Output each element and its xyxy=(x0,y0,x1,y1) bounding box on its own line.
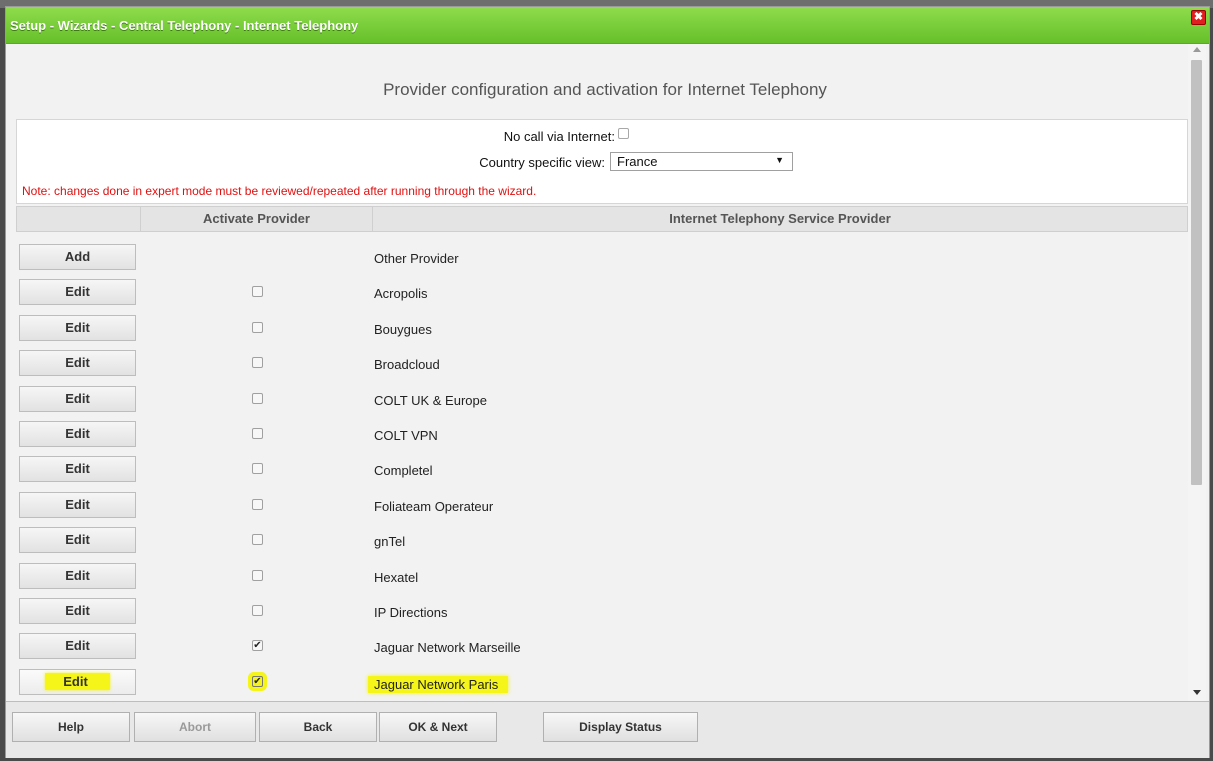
button-label: Edit xyxy=(65,320,90,335)
edit-provider-button[interactable]: Edit xyxy=(19,279,136,305)
abort-button[interactable]: Abort xyxy=(134,712,256,742)
button-label: Edit xyxy=(45,673,110,690)
dropdown-arrow-icon: ▼ xyxy=(775,155,784,165)
table-row: Edit COLT UK & Europe xyxy=(16,384,1188,419)
vertical-scrollbar[interactable] xyxy=(1188,44,1206,701)
button-label: Edit xyxy=(65,391,90,406)
column-header-provider: Internet Telephony Service Provider xyxy=(669,211,891,226)
options-panel: No call via Internet: Country specific v… xyxy=(16,119,1188,204)
activate-provider-checkbox[interactable] xyxy=(252,570,263,581)
edit-provider-button[interactable]: Edit xyxy=(19,492,136,518)
edit-provider-button[interactable]: Edit xyxy=(19,633,136,659)
edit-provider-button[interactable]: Edit xyxy=(19,350,136,376)
table-row: Edit IP Directions xyxy=(16,596,1188,631)
provider-name: Hexatel xyxy=(374,570,419,585)
button-label: Edit xyxy=(65,532,90,547)
content-area: Provider configuration and activation fo… xyxy=(6,44,1188,701)
edit-provider-button[interactable]: Edit xyxy=(19,386,136,412)
edit-provider-button[interactable]: Edit xyxy=(19,527,136,553)
provider-name: Completel xyxy=(374,463,433,478)
provider-name: Bouygues xyxy=(374,322,432,337)
button-label: Edit xyxy=(65,638,90,653)
button-label: Edit xyxy=(65,426,90,441)
provider-name: IP Directions xyxy=(374,605,448,620)
no-call-label: No call via Internet: xyxy=(503,129,615,144)
edit-provider-button[interactable]: Edit xyxy=(19,669,136,695)
activate-provider-checkbox[interactable] xyxy=(252,393,263,404)
button-label: Edit xyxy=(65,355,90,370)
table-row: Add Other Provider xyxy=(16,242,1188,277)
edit-provider-button[interactable]: Edit xyxy=(19,315,136,341)
activate-provider-checkbox[interactable]: ✔ xyxy=(252,640,263,651)
table-row: Edit Broadcloud xyxy=(16,348,1188,383)
button-label: Edit xyxy=(65,284,90,299)
provider-name: Acropolis xyxy=(374,286,428,301)
activate-provider-checkbox[interactable] xyxy=(252,428,263,439)
country-select-value: France xyxy=(617,154,658,169)
table-row: Edit Bouygues xyxy=(16,313,1188,348)
table-row: Edit ✔ Jaguar Network Paris xyxy=(16,667,1188,701)
help-button[interactable]: Help xyxy=(12,712,130,742)
activate-provider-checkbox[interactable] xyxy=(252,463,263,474)
provider-name: Broadcloud xyxy=(374,357,440,372)
button-label: Edit xyxy=(65,461,90,476)
back-button[interactable]: Back xyxy=(259,712,377,742)
provider-name: Jaguar Network Marseille xyxy=(374,640,521,655)
activate-provider-checkbox[interactable] xyxy=(252,357,263,368)
provider-name: COLT UK & Europe xyxy=(374,393,487,408)
title-bar: Setup - Wizards - Central Telephony - In… xyxy=(6,7,1209,44)
table-row: Edit COLT VPN xyxy=(16,419,1188,454)
provider-name: Other Provider xyxy=(374,251,459,266)
activate-provider-checkbox[interactable] xyxy=(252,322,263,333)
country-view-label: Country specific view: xyxy=(479,155,605,170)
button-label: Edit xyxy=(65,497,90,512)
page-heading: Provider configuration and activation fo… xyxy=(383,80,827,99)
table-row: Edit Hexatel xyxy=(16,561,1188,596)
scroll-thumb[interactable] xyxy=(1191,60,1202,485)
provider-name: gnTel xyxy=(374,534,406,549)
activate-provider-checkbox[interactable] xyxy=(252,605,263,616)
scroll-up-arrow-icon[interactable] xyxy=(1193,47,1201,52)
edit-provider-button[interactable]: Edit xyxy=(19,563,136,589)
activate-provider-checkbox[interactable]: ✔ xyxy=(252,676,263,687)
ok-next-button[interactable]: OK & Next xyxy=(379,712,497,742)
button-label: Edit xyxy=(65,568,90,583)
add-provider-button[interactable]: Add xyxy=(19,244,136,270)
table-row: Edit Completel xyxy=(16,454,1188,489)
wizard-window: Setup - Wizards - Central Telephony - In… xyxy=(5,6,1210,758)
activate-provider-checkbox[interactable] xyxy=(252,499,263,510)
country-select[interactable]: France ▼ xyxy=(610,152,793,171)
scroll-down-arrow-icon[interactable] xyxy=(1193,690,1201,695)
window-title: Setup - Wizards - Central Telephony - In… xyxy=(10,18,359,33)
activate-provider-checkbox[interactable] xyxy=(252,534,263,545)
button-label: Edit xyxy=(65,603,90,618)
display-status-button[interactable]: Display Status xyxy=(543,712,698,742)
edit-provider-button[interactable]: Edit xyxy=(19,456,136,482)
provider-name: Foliateam Operateur xyxy=(374,499,494,514)
close-icon[interactable]: ✖ xyxy=(1191,10,1206,25)
table-header: Activate Provider Internet Telephony Ser… xyxy=(16,206,1188,232)
no-call-checkbox[interactable] xyxy=(618,128,629,139)
edit-provider-button[interactable]: Edit xyxy=(19,421,136,447)
table-row: Edit ✔ Jaguar Network Marseille xyxy=(16,631,1188,666)
table-row: Edit Foliateam Operateur xyxy=(16,490,1188,525)
footer-toolbar: Help Abort Back OK & Next Display Status xyxy=(6,701,1209,758)
provider-name: COLT VPN xyxy=(374,428,438,443)
expert-mode-note: Note: changes done in expert mode must b… xyxy=(22,184,537,198)
provider-name: Jaguar Network Paris xyxy=(368,676,509,693)
table-row: Edit Acropolis xyxy=(16,277,1188,312)
column-header-activate: Activate Provider xyxy=(203,211,310,226)
activate-provider-checkbox[interactable] xyxy=(252,286,263,297)
edit-provider-button[interactable]: Edit xyxy=(19,598,136,624)
table-row: Edit gnTel xyxy=(16,525,1188,560)
button-label: Add xyxy=(64,249,91,264)
